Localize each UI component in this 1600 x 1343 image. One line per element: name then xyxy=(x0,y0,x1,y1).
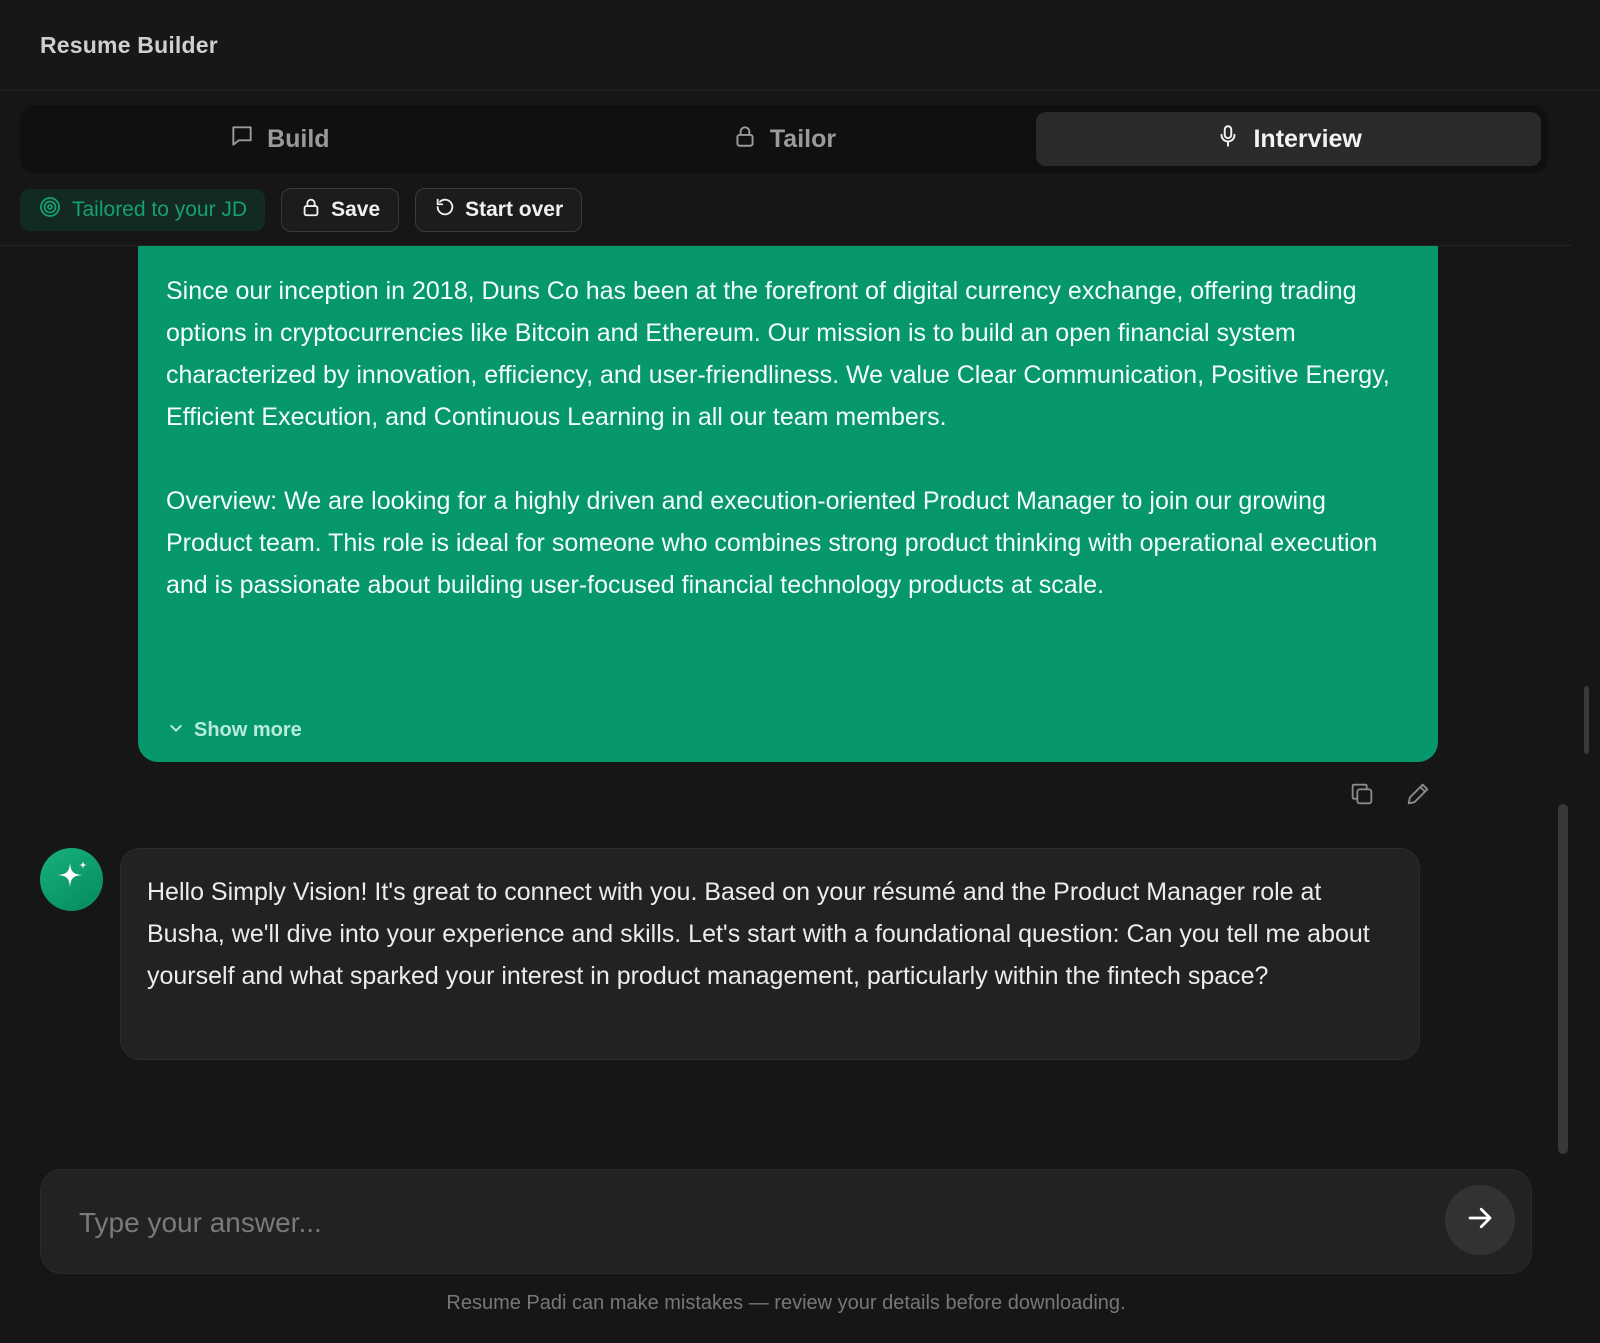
tab-interview-label: Interview xyxy=(1253,124,1362,153)
assistant-message-bubble: Hello Simply Vision! It's great to conne… xyxy=(120,848,1420,1060)
start-over-button-label: Start over xyxy=(465,198,564,221)
user-message-paragraph: Overview: We are looking for a highly dr… xyxy=(166,487,1378,599)
tab-tailor[interactable]: Tailor xyxy=(532,112,1037,166)
tailored-badge: Tailored to your JD xyxy=(20,189,266,231)
arrow-right-icon xyxy=(1465,1203,1495,1238)
app-root: Resume Builder Build Tailor Interview Ta… xyxy=(0,0,1600,1343)
show-more-button[interactable]: Show more xyxy=(168,719,302,742)
lock-icon xyxy=(300,196,322,224)
user-message-paragraph: Since our inception in 2018, Duns Co has… xyxy=(166,277,1390,431)
tailored-badge-label: Tailored to your JD xyxy=(72,198,248,221)
tab-build-label: Build xyxy=(267,124,330,153)
microphone-icon xyxy=(1215,123,1241,156)
tab-tailor-label: Tailor xyxy=(769,124,837,153)
edit-pencil-icon[interactable] xyxy=(1404,780,1432,808)
save-button[interactable]: Save xyxy=(281,188,400,232)
app-header: Resume Builder xyxy=(0,0,1600,91)
lock-icon xyxy=(732,123,758,156)
refresh-icon xyxy=(434,196,456,224)
tab-build[interactable]: Build xyxy=(27,112,532,166)
user-message-bubble: Since our inception in 2018, Duns Co has… xyxy=(138,246,1438,762)
assistant-message-text: Hello Simply Vision! It's great to conne… xyxy=(147,878,1370,990)
target-icon xyxy=(38,195,62,225)
page-scrollbar-thumb[interactable] xyxy=(1584,686,1589,754)
chat-thread[interactable]: Since our inception in 2018, Duns Co has… xyxy=(0,246,1572,1146)
mode-tabs: Build Tailor Interview xyxy=(20,105,1548,173)
chevron-down-icon xyxy=(168,719,184,742)
chat-scrollbar-thumb[interactable] xyxy=(1558,804,1568,1154)
disclaimer-text: Resume Padi can make mistakes — review y… xyxy=(446,1292,1126,1314)
toolbar: Tailored to your JD Save Start over xyxy=(20,188,583,232)
app-title: Resume Builder xyxy=(40,31,218,58)
answer-input[interactable] xyxy=(79,1200,1379,1246)
send-button[interactable] xyxy=(1445,1185,1515,1255)
message-actions xyxy=(1348,780,1432,808)
start-over-button[interactable]: Start over xyxy=(415,188,583,232)
chat-bubble-icon xyxy=(229,123,255,156)
assistant-avatar xyxy=(40,848,103,911)
save-button-label: Save xyxy=(331,198,381,221)
show-more-label: Show more xyxy=(194,719,302,741)
copy-icon[interactable] xyxy=(1348,780,1376,808)
answer-composer xyxy=(40,1169,1532,1274)
tab-interview[interactable]: Interview xyxy=(1036,112,1542,166)
sparkle-icon xyxy=(52,857,92,902)
